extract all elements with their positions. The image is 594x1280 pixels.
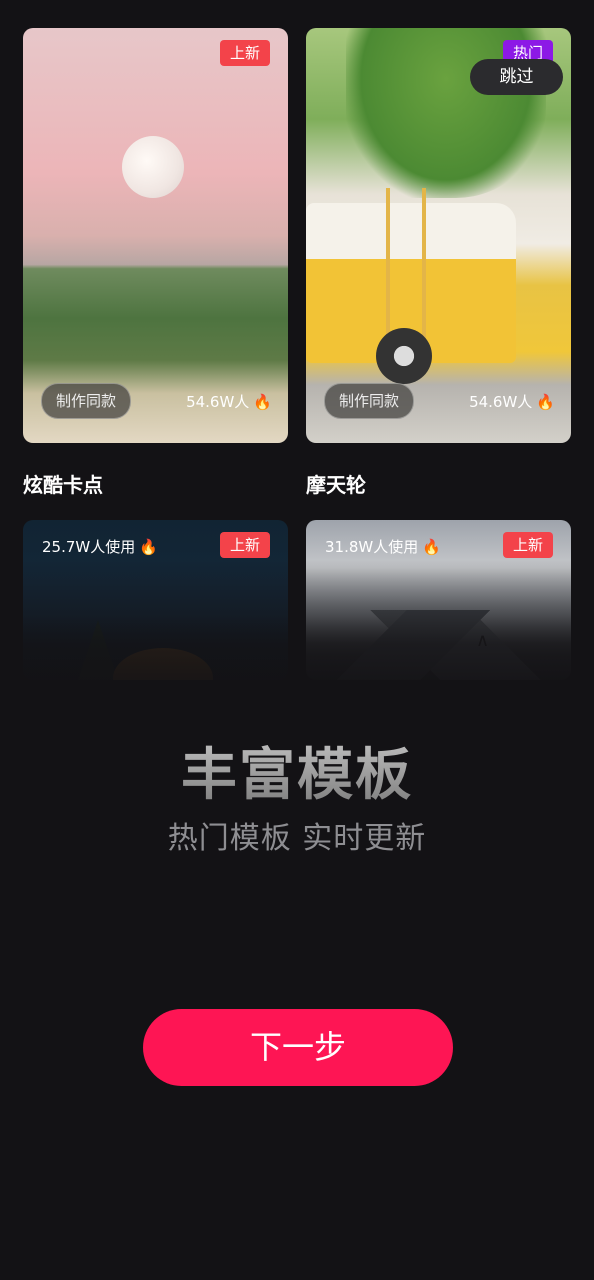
- usage-count: 31.8W人使用: [325, 538, 419, 556]
- flame-icon: 🔥: [536, 392, 555, 411]
- wheel-image: [376, 328, 432, 384]
- next-button[interactable]: 下一步: [143, 1009, 453, 1086]
- usage-count: 25.7W人使用: [42, 538, 136, 556]
- usage-count: 54.6W人: [186, 393, 250, 411]
- page-subtitle: 热门模板 实时更新: [167, 821, 427, 856]
- badge-new: 上新: [502, 532, 553, 558]
- flame-icon: 🔥: [253, 392, 272, 411]
- usage-count: 54.6W人: [469, 393, 533, 411]
- flame-icon: 🔥: [422, 537, 441, 556]
- skip-button[interactable]: 跳过: [470, 59, 563, 95]
- make-same-button[interactable]: 制作同款: [41, 383, 132, 419]
- card-title-1: 炫酷卡点: [23, 473, 103, 497]
- page-title: 丰富模板: [0, 730, 594, 811]
- moon-image: [122, 136, 184, 198]
- badge-new: 上新: [219, 532, 270, 558]
- card-title-2: 摩天轮: [306, 473, 366, 497]
- usage-stat: 31.8W人使用 🔥: [325, 536, 441, 557]
- template-card-1[interactable]: 上新 制作同款 54.6W人 🔥: [23, 28, 288, 443]
- bottom-fade-overlay: [0, 560, 594, 700]
- usage-stat: 54.6W人 🔥: [186, 391, 272, 412]
- flame-icon: 🔥: [139, 537, 158, 556]
- usage-stat: 54.6W人 🔥: [469, 391, 555, 412]
- usage-stat: 25.7W人使用 🔥: [42, 536, 158, 557]
- badge-new: 上新: [219, 40, 270, 66]
- make-same-button[interactable]: 制作同款: [324, 383, 415, 419]
